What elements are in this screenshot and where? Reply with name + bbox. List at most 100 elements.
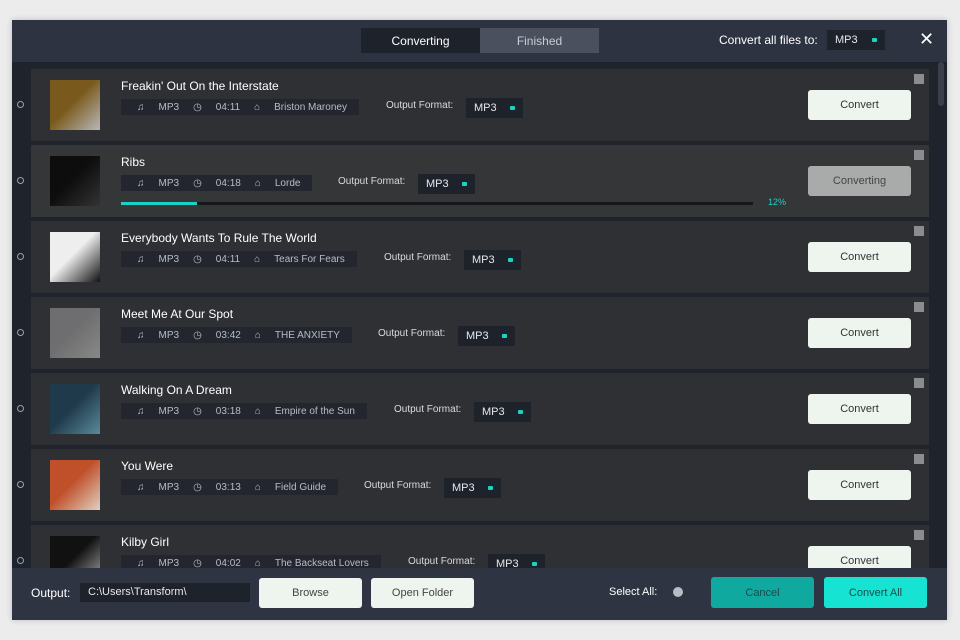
music-note-icon: ♫: [137, 253, 145, 265]
convert-button[interactable]: Convert: [808, 470, 911, 500]
row-radio[interactable]: [17, 101, 24, 108]
artist-icon: ⌂: [254, 481, 261, 493]
browse-button[interactable]: Browse: [259, 578, 362, 608]
output-format-select[interactable]: MP3: [444, 478, 501, 498]
footer: Output: C:\Users\Transform\ Browse Open …: [12, 568, 947, 620]
track-title: You Were: [121, 459, 174, 473]
track-title: Ribs: [121, 155, 146, 169]
track-artist: Briston Maroney: [274, 101, 347, 113]
track-row: Walking On A Dream ♫ MP3 ◷ 03:18 ⌂ Empire o…: [17, 373, 929, 445]
row-checkbox[interactable]: [914, 378, 924, 388]
track-artist: Lorde: [274, 177, 301, 189]
track-duration: 03:18: [215, 405, 241, 417]
track-info-bar: ♫ MP3 ◷ 04:11 ⌂ Briston Maroney: [121, 99, 359, 115]
output-format-select[interactable]: MP3: [418, 174, 475, 194]
track-title: Kilby Girl: [121, 535, 170, 549]
output-format-label: Output Format:: [386, 100, 454, 111]
row-radio[interactable]: [17, 557, 24, 564]
select-all-label: Select All:: [609, 586, 658, 598]
output-format-select[interactable]: MP3: [488, 554, 545, 568]
select-all-radio[interactable]: [673, 587, 683, 597]
convert-button[interactable]: Convert: [808, 90, 911, 120]
tab-converting[interactable]: Converting: [361, 28, 480, 53]
output-format-label: Output Format:: [394, 404, 462, 415]
track-duration: 04:11: [215, 101, 241, 113]
chevron-down-icon: [488, 486, 493, 490]
album-art: [50, 536, 100, 568]
track-duration: 03:13: [215, 481, 241, 493]
format-value: MP3: [466, 330, 489, 342]
row-radio[interactable]: [17, 329, 24, 336]
tab-finished[interactable]: Finished: [480, 28, 599, 53]
chevron-down-icon: [462, 182, 467, 186]
convert-all-button[interactable]: Convert All: [824, 577, 927, 608]
row-checkbox[interactable]: [914, 530, 924, 540]
track-artist: THE ANXIETY: [274, 329, 340, 341]
clock-icon: ◷: [193, 329, 202, 341]
chevron-down-icon: [510, 106, 515, 110]
album-art: [50, 308, 100, 358]
row-checkbox[interactable]: [914, 150, 924, 160]
row-checkbox[interactable]: [914, 74, 924, 84]
output-path-input[interactable]: C:\Users\Transform\: [80, 583, 250, 602]
output-format-label: Output Format:: [338, 176, 406, 187]
track-row: Meet Me At Our Spot ♫ MP3 ◷ 03:42 ⌂ THE ANX…: [17, 297, 929, 369]
close-icon[interactable]: ✕: [919, 29, 934, 50]
music-note-icon: ♫: [137, 481, 145, 493]
format-value: MP3: [496, 558, 519, 568]
cancel-button[interactable]: Cancel: [711, 577, 814, 608]
track-info-bar: ♫ MP3 ◷ 03:42 ⌂ THE ANXIETY: [121, 327, 352, 343]
track-artist: The Backseat Lovers: [274, 557, 369, 569]
music-note-icon: ♫: [137, 177, 145, 189]
track-title: Walking On A Dream: [121, 383, 232, 397]
format-value: MP3: [482, 406, 505, 418]
row-checkbox[interactable]: [914, 454, 924, 464]
clock-icon: ◷: [193, 557, 202, 569]
output-format-select[interactable]: MP3: [466, 98, 523, 118]
track-info-bar: ♫ MP3 ◷ 03:18 ⌂ Empire of the Sun: [121, 403, 367, 419]
output-format-label: Output Format:: [384, 252, 452, 263]
row-radio[interactable]: [17, 253, 24, 260]
open-folder-button[interactable]: Open Folder: [371, 578, 474, 608]
output-format-select[interactable]: MP3: [474, 402, 531, 422]
convert-all-format-select[interactable]: MP3: [827, 30, 885, 50]
clock-icon: ◷: [193, 253, 202, 265]
track-row: Freakin' Out On the Interstate ♫ MP3 ◷ 04:…: [17, 69, 929, 141]
track-row: You Were ♫ MP3 ◷ 03:13 ⌂ Field Guide Output…: [17, 449, 929, 521]
row-radio[interactable]: [17, 177, 24, 184]
clock-icon: ◷: [193, 405, 202, 417]
track-duration: 04:18: [215, 177, 241, 189]
output-format-select[interactable]: MP3: [458, 326, 515, 346]
track-title: Freakin' Out On the Interstate: [121, 79, 279, 93]
convert-button[interactable]: Converting: [808, 166, 911, 196]
music-note-icon: ♫: [137, 557, 145, 569]
artist-icon: ⌂: [254, 557, 261, 569]
artist-icon: ⌂: [254, 253, 261, 265]
chevron-down-icon: [508, 258, 513, 262]
row-radio[interactable]: [17, 405, 24, 412]
track-info-bar: ♫ MP3 ◷ 03:13 ⌂ Field Guide: [121, 479, 339, 495]
convert-button[interactable]: Convert: [808, 394, 911, 424]
convert-button[interactable]: Convert: [808, 318, 911, 348]
track-duration: 04:02: [215, 557, 241, 569]
track-format: MP3: [158, 481, 180, 493]
track-info-bar: ♫ MP3 ◷ 04:18 ⌂ Lorde: [121, 175, 313, 191]
progress-fill: [121, 202, 197, 205]
album-art: [50, 460, 100, 510]
chevron-down-icon: [532, 562, 537, 566]
convert-button[interactable]: Convert: [808, 546, 911, 568]
track-format: MP3: [158, 405, 180, 417]
convert-button[interactable]: Convert: [808, 242, 911, 272]
track-format: MP3: [158, 557, 180, 569]
output-format-select[interactable]: MP3: [464, 250, 521, 270]
row-checkbox[interactable]: [914, 302, 924, 312]
chevron-down-icon: [502, 334, 507, 338]
music-note-icon: ♫: [137, 405, 145, 417]
row-checkbox[interactable]: [914, 226, 924, 236]
chevron-down-icon: [518, 410, 523, 414]
output-format-label: Output Format:: [408, 556, 476, 567]
album-art: [50, 80, 100, 130]
track-duration: 03:42: [215, 329, 241, 341]
scrollbar[interactable]: [938, 62, 944, 106]
row-radio[interactable]: [17, 481, 24, 488]
